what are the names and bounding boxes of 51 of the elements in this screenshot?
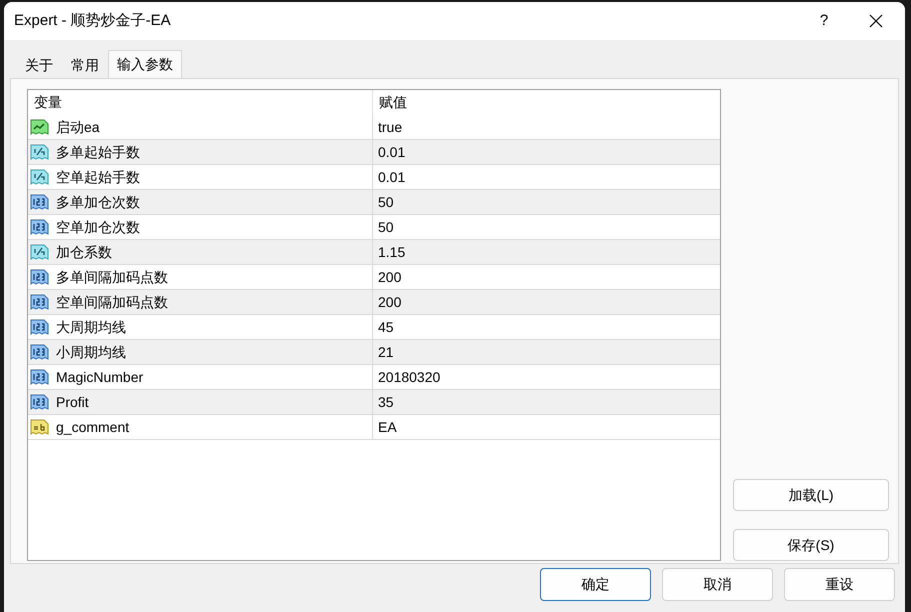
window-title: Expert - 顺势炒金子-EA xyxy=(14,10,172,31)
parameter-name: 小周期均线 xyxy=(56,342,126,362)
parameter-name: 空单间隔加码点数 xyxy=(56,292,168,312)
parameter-value: 200 xyxy=(378,292,402,312)
parameter-value: 0.01 xyxy=(378,142,406,162)
parameter-value: 0.01 xyxy=(378,168,406,186)
parameter-row[interactable]: 小周期均线 21 xyxy=(28,340,720,365)
parameter-row[interactable]: 空单起始手数 0.01 xyxy=(28,165,720,190)
parameter-name: 多单起始手数 xyxy=(56,142,140,162)
parameter-row[interactable]: g_comment EA xyxy=(28,415,720,440)
parameter-name: 大周期均线 xyxy=(56,318,126,336)
parameter-name: 多单间隔加码点数 xyxy=(56,268,168,286)
side-button[interactable]: 保存(S) xyxy=(733,529,889,561)
parameter-row[interactable]: 启动ea true xyxy=(28,115,720,140)
tab[interactable]: 关于 xyxy=(16,53,62,78)
dialog-button[interactable]: 取消 xyxy=(662,568,773,601)
parameter-value: 50 xyxy=(378,192,394,212)
parameter-row[interactable]: 空单间隔加码点数 200 xyxy=(28,290,720,315)
parameter-value: 20180320 xyxy=(378,368,440,386)
parameter-row[interactable]: 多单加仓次数 50 xyxy=(28,190,720,215)
parameter-name: g_comment xyxy=(56,418,130,437)
tab[interactable]: 输入参数 xyxy=(108,50,182,78)
dialog-button[interactable]: 确定 xyxy=(540,568,651,601)
parameter-name: 空单加仓次数 xyxy=(56,218,140,236)
parameter-value: 35 xyxy=(378,392,394,412)
parameter-row[interactable]: 空单加仓次数 50 xyxy=(28,215,720,240)
parameter-row[interactable]: 多单间隔加码点数 200 xyxy=(28,265,720,290)
column-header[interactable]: 赋值 xyxy=(373,90,720,115)
side-button[interactable]: 加载(L) xyxy=(733,479,889,511)
parameter-value: true xyxy=(378,118,402,136)
help-button[interactable]: ? xyxy=(801,2,847,40)
parameter-value: 21 xyxy=(378,342,394,362)
parameter-name: 多单加仓次数 xyxy=(56,192,140,212)
parameter-value: EA xyxy=(378,418,397,436)
parameter-value: 1.15 xyxy=(378,242,406,262)
tab[interactable]: 常用 xyxy=(62,53,108,78)
parameter-row[interactable]: Profit 35 xyxy=(28,390,720,415)
parameter-name: Profit xyxy=(56,392,89,412)
parameter-name: 空单起始手数 xyxy=(56,168,140,186)
parameter-row[interactable]: 多单起始手数 0.01 xyxy=(28,140,720,165)
parameter-row[interactable]: 加仓系数 1.15 xyxy=(28,240,720,265)
dialog-button[interactable]: 重设 xyxy=(784,568,895,601)
close-icon xyxy=(869,14,883,28)
parameter-name: 加仓系数 xyxy=(56,242,112,262)
parameter-row[interactable]: MagicNumber 20180320 xyxy=(28,365,720,390)
parameter-value: 50 xyxy=(378,218,394,236)
parameter-name: 启动ea xyxy=(56,118,100,136)
parameter-value: 45 xyxy=(378,318,394,336)
parameter-row[interactable]: 大周期均线 45 xyxy=(28,315,720,340)
parameter-name: MagicNumber xyxy=(56,368,144,387)
parameter-value: 200 xyxy=(378,268,402,286)
